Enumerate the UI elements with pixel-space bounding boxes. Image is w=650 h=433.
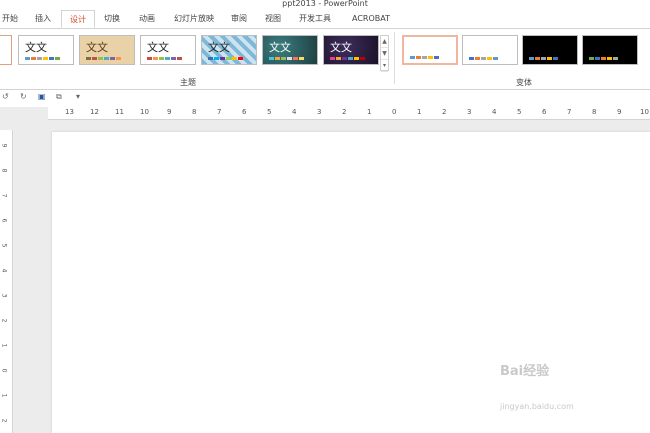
group-label-variants: 变体	[516, 78, 532, 87]
ribbon-tabs: 开始 插入 设计 切换 动画 幻灯片放映 审阅 视图 开发工具 ACROBAT	[0, 10, 650, 29]
group-divider	[394, 32, 395, 84]
redo-icon[interactable]: ↻	[20, 92, 27, 101]
theme-sample-text: 文文	[330, 41, 352, 54]
ruler-label: 0	[392, 108, 397, 116]
ruler-label: 1	[367, 108, 372, 116]
ruler-label: 8	[592, 108, 597, 116]
ruler-label: 3	[0, 293, 8, 298]
group-label-themes: 主题	[180, 78, 196, 87]
scroll-up-icon[interactable]: ▲	[381, 36, 388, 48]
ruler-label: 9	[167, 108, 172, 116]
theme-color-dots	[25, 57, 60, 60]
tab-view[interactable]: 视图	[265, 10, 281, 28]
horizontal-ruler: 13 12 11 10 9 8 7 6 5 4 3 2 1 0 1 2 3 4 …	[48, 107, 650, 120]
theme-thumb-office[interactable]: 文文	[18, 35, 74, 65]
ruler-label: 9	[0, 143, 8, 148]
theme-sample-text: 文文	[208, 41, 230, 54]
scroll-down-icon[interactable]: ▼	[381, 48, 388, 60]
save-icon[interactable]: ▣	[38, 92, 46, 101]
slide-editing-area	[12, 120, 650, 433]
theme-sample-text: 文文	[147, 41, 169, 54]
theme-thumb-3[interactable]: 文文	[140, 35, 196, 65]
ruler-label: 6	[242, 108, 247, 116]
ruler-label: 1	[417, 108, 422, 116]
theme-sample-text: 文文	[269, 41, 291, 54]
ruler-label: 4	[0, 268, 8, 273]
window-title: ppt2013 - PowerPoint	[0, 0, 650, 10]
theme-color-dots	[147, 57, 182, 60]
theme-thumb-5[interactable]: 文文	[262, 35, 318, 65]
tab-home[interactable]: 开始	[2, 10, 18, 28]
ruler-label: 7	[0, 193, 8, 198]
qat-more-icon[interactable]: ▾	[76, 92, 80, 101]
tab-animations[interactable]: 动画	[139, 10, 155, 28]
tab-transitions[interactable]: 切换	[104, 10, 120, 28]
ruler-label: 13	[65, 108, 74, 116]
tab-insert[interactable]: 插入	[35, 10, 51, 28]
ruler-label: 4	[492, 108, 497, 116]
ruler-label: 11	[115, 108, 124, 116]
variant-thumb-4[interactable]	[582, 35, 638, 65]
theme-thumb-2[interactable]: 文文	[79, 35, 135, 65]
theme-thumb-partial[interactable]	[0, 35, 12, 65]
theme-color-dots	[86, 57, 121, 60]
variant-thumb-3[interactable]	[522, 35, 578, 65]
theme-thumb-4[interactable]: 文文	[201, 35, 257, 65]
ruler-label: 10	[140, 108, 149, 116]
ruler-label: 1	[0, 393, 8, 398]
tab-design[interactable]: 设计	[61, 10, 95, 28]
watermark-url: jingyan.baidu.com	[500, 402, 574, 411]
ruler-label: 2	[0, 418, 8, 423]
variant-color-dots	[410, 56, 439, 59]
tab-developer[interactable]: 开发工具	[299, 10, 331, 28]
tab-acrobat[interactable]: ACROBAT	[352, 10, 390, 28]
ruler-label: 7	[567, 108, 572, 116]
gallery-more-icon[interactable]: ▾	[381, 60, 388, 72]
ruler-label: 2	[442, 108, 447, 116]
slide-canvas[interactable]	[52, 132, 650, 433]
variant-color-dots	[529, 57, 558, 60]
variant-color-dots	[469, 57, 498, 60]
theme-sample-text: 文文	[25, 41, 47, 54]
variant-thumb-1[interactable]	[402, 35, 458, 65]
ruler-label: 4	[292, 108, 297, 116]
ribbon-panel: 文文 文文 文文 文文 文文 文文 ▲ ▼ ▾ 主题 变体	[0, 29, 650, 90]
ruler-label: 0	[0, 368, 8, 373]
ruler-label: 3	[317, 108, 322, 116]
vertical-ruler: 9 8 7 6 5 4 3 2 1 0 1 2	[0, 130, 13, 433]
copy-icon[interactable]: ⧉	[56, 92, 62, 102]
theme-color-dots	[330, 57, 365, 60]
theme-thumb-6[interactable]: 文文	[323, 35, 379, 65]
ruler-label: 7	[217, 108, 222, 116]
tab-slideshow[interactable]: 幻灯片放映	[174, 10, 214, 28]
variant-thumb-2[interactable]	[462, 35, 518, 65]
variant-color-dots	[589, 57, 618, 60]
ruler-label: 6	[0, 218, 8, 223]
ruler-label: 3	[467, 108, 472, 116]
ruler-label: 5	[267, 108, 272, 116]
ruler-label: 8	[192, 108, 197, 116]
ruler-label: 5	[517, 108, 522, 116]
theme-color-dots	[208, 57, 243, 60]
ruler-label: 6	[542, 108, 547, 116]
watermark-brand: Bai经验	[500, 364, 550, 379]
quick-access-toolbar: ↺ ↻ ▣ ⧉ ▾	[0, 90, 650, 106]
ruler-label: 5	[0, 243, 8, 248]
ruler-label: 10	[640, 108, 649, 116]
undo-icon[interactable]: ↺	[2, 92, 9, 101]
ruler-label: 9	[617, 108, 622, 116]
tab-review[interactable]: 审阅	[231, 10, 247, 28]
ruler-label: 2	[342, 108, 347, 116]
theme-color-dots	[269, 57, 304, 60]
ruler-label: 12	[90, 108, 99, 116]
ruler-label: 8	[0, 168, 8, 173]
ruler-label: 1	[0, 343, 8, 348]
theme-sample-text: 文文	[86, 41, 108, 54]
ruler-label: 2	[0, 318, 8, 323]
theme-gallery-scroll[interactable]: ▲ ▼ ▾	[380, 35, 389, 72]
